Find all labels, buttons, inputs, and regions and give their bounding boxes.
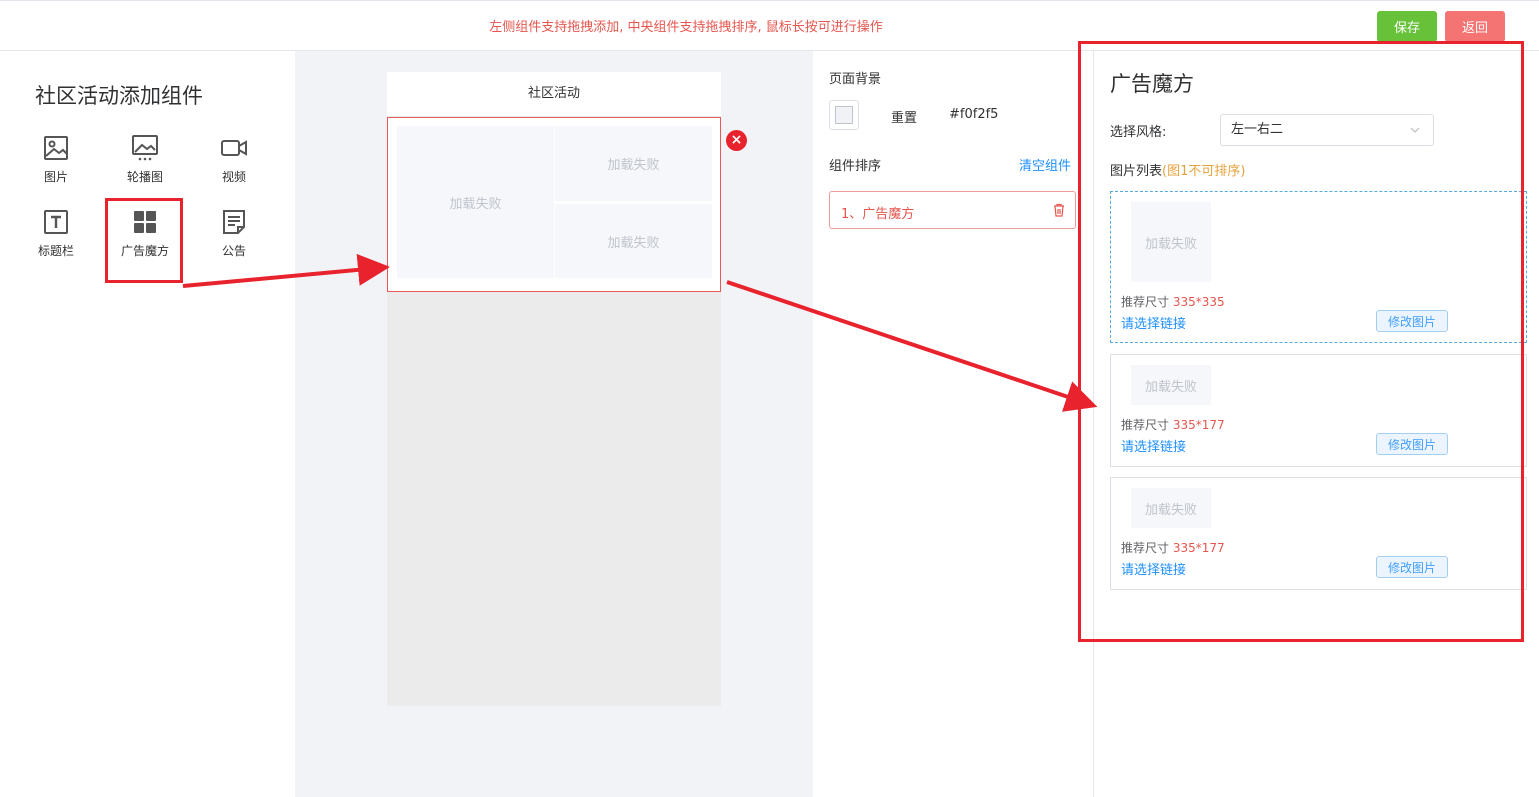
arrow-to-preview (182, 253, 390, 288)
arrow-to-panel (726, 280, 1098, 412)
annotation-arrows (182, 253, 1098, 412)
